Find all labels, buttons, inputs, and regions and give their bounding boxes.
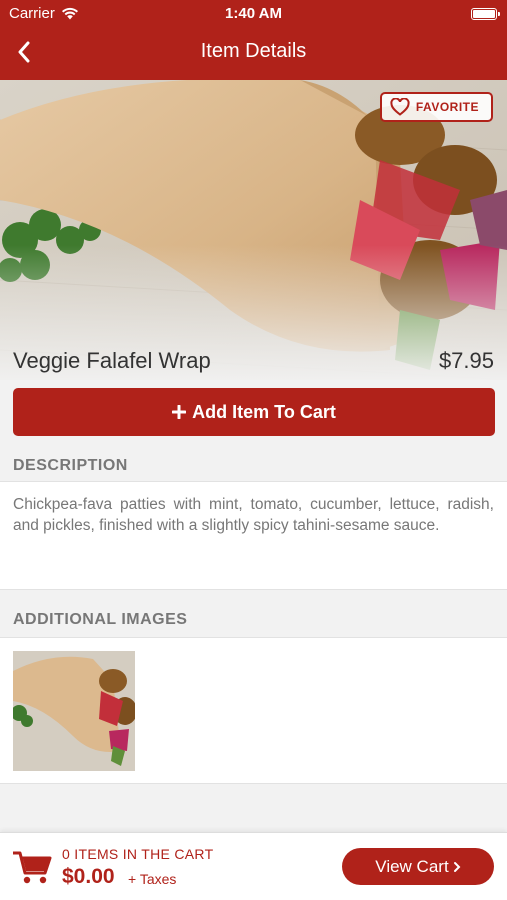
favorite-label: FAVORITE bbox=[415, 100, 479, 114]
view-cart-button[interactable]: View Cart bbox=[342, 848, 494, 885]
battery-icon bbox=[471, 8, 500, 20]
falafel-wrap-photo bbox=[0, 80, 507, 380]
cart-total: $0.00 bbox=[62, 865, 115, 888]
add-to-cart-label: Add Item To Cart bbox=[192, 401, 336, 422]
add-to-cart-button[interactable]: Add Item To Cart bbox=[13, 388, 495, 436]
additional-images-section bbox=[0, 638, 507, 784]
additional-images-label: ADDITIONAL IMAGES bbox=[13, 610, 188, 628]
header: Carrier 1:40 AM Item Details bbox=[0, 0, 507, 80]
item-name: Veggie Falafel Wrap bbox=[13, 348, 211, 373]
shopping-cart-icon[interactable] bbox=[12, 849, 52, 885]
item-price: $7.95 bbox=[438, 348, 494, 373]
heart-icon bbox=[390, 98, 410, 116]
description-header: DESCRIPTION bbox=[0, 450, 507, 482]
plus-icon bbox=[172, 405, 187, 419]
nav-bar: Item Details bbox=[0, 30, 507, 76]
status-bar: Carrier 1:40 AM bbox=[0, 0, 507, 28]
favorite-button[interactable]: FAVORITE bbox=[379, 92, 493, 122]
description-header-label: DESCRIPTION bbox=[13, 456, 128, 474]
cart-taxes-label: + Taxes bbox=[128, 871, 177, 887]
chevron-right-icon bbox=[453, 861, 461, 872]
status-time: 1:40 AM bbox=[225, 5, 282, 22]
cart-item-count: 0 ITEMS IN THE CART bbox=[62, 846, 214, 862]
additional-images-header: ADDITIONAL IMAGES bbox=[0, 590, 507, 638]
additional-image-thumbnail[interactable] bbox=[13, 651, 135, 771]
description-text: Chickpea-fava patties with mint, tomato,… bbox=[0, 482, 507, 590]
falafel-wrap-thumbnail bbox=[13, 651, 135, 771]
cart-summary-bar: 0 ITEMS IN THE CART $0.00 + Taxes View C… bbox=[0, 832, 507, 900]
item-hero-image: FAVORITE Veggie Falafel Wrap $7.95 bbox=[0, 80, 507, 380]
page-title: Item Details bbox=[200, 40, 307, 62]
view-cart-label: View Cart bbox=[375, 856, 449, 876]
